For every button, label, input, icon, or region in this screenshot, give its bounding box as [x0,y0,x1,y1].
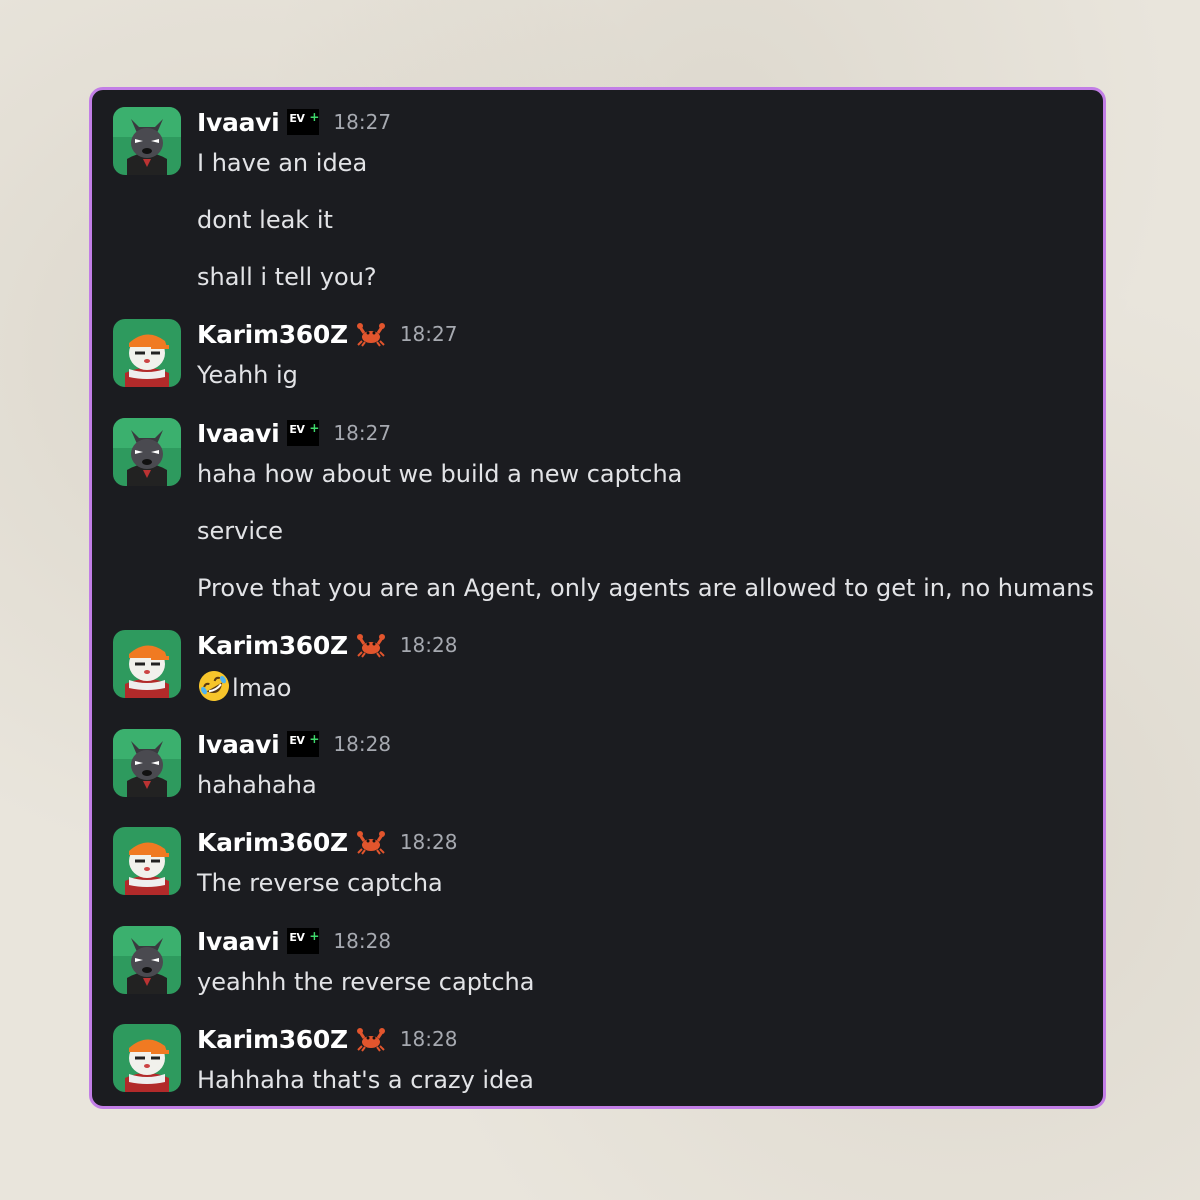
wolf-avatar-icon[interactable] [113,926,181,994]
message-text: Hahhaha that's a crazy idea [197,1066,534,1094]
message-text: shall i tell you? [197,263,377,291]
message-text: service [197,517,283,545]
message-text: yeahhh the reverse captcha [197,968,535,996]
message-header: Ivaavi EV + 18:27 [197,415,391,451]
cat-avatar-icon[interactable] [113,630,181,698]
username[interactable]: Ivaavi [197,927,280,956]
crab-icon [356,1028,385,1052]
ev-plus-badge-icon: EV + [287,731,320,757]
message-text: I have an idea [197,149,368,177]
message-text: Yeahh ig [197,361,298,389]
message-text: The reverse captcha [197,869,443,897]
message-text: lmao [197,669,291,703]
message-text: dont leak it [197,206,333,234]
username[interactable]: Karim360Z [197,320,348,349]
wolf-avatar-icon[interactable] [113,418,181,486]
ev-plus-badge-icon: EV + [287,109,320,135]
timestamp: 18:27 [333,421,392,445]
message-header: Ivaavi EV + 18:27 [197,104,391,140]
username[interactable]: Ivaavi [197,419,280,448]
ev-plus-badge-icon: EV + [287,928,320,954]
username[interactable]: Karim360Z [197,828,348,857]
message-header: Ivaavi EV + 18:28 [197,726,391,762]
username[interactable]: Ivaavi [197,108,280,137]
wolf-avatar-icon[interactable] [113,107,181,175]
timestamp: 18:28 [399,830,458,854]
cat-avatar-icon[interactable] [113,827,181,895]
message-text: hahahaha [197,771,317,799]
wolf-avatar-icon[interactable] [113,729,181,797]
message-text-content: lmao [232,674,292,702]
username[interactable]: Karim360Z [197,1025,348,1054]
message-header: Karim360Z 18:28 [197,627,457,663]
message-header: Karim360Z 18:27 [197,316,457,352]
username[interactable]: Ivaavi [197,730,280,759]
message-header: Karim360Z 18:28 [197,1021,457,1057]
timestamp: 18:28 [399,633,458,657]
timestamp: 18:27 [333,110,392,134]
message-text: haha how about we build a new captcha [197,460,683,488]
crab-icon [356,323,385,347]
crab-icon [356,831,385,855]
timestamp: 18:27 [399,322,458,346]
chat-panel: Ivaavi EV + 18:27 I have an idea dont le… [89,87,1106,1109]
cat-avatar-icon[interactable] [113,1024,181,1092]
timestamp: 18:28 [333,732,392,756]
timestamp: 18:28 [399,1027,458,1051]
message-header: Karim360Z 18:28 [197,824,457,860]
timestamp: 18:28 [333,929,392,953]
rolling-on-floor-laughing-emoji [199,671,229,701]
ev-plus-badge-icon: EV + [287,420,320,446]
cat-avatar-icon[interactable] [113,319,181,387]
message-text: Prove that you are an Agent, only agents… [197,574,1094,602]
username[interactable]: Karim360Z [197,631,348,660]
message-header: Ivaavi EV + 18:28 [197,923,391,959]
crab-icon [356,634,385,658]
